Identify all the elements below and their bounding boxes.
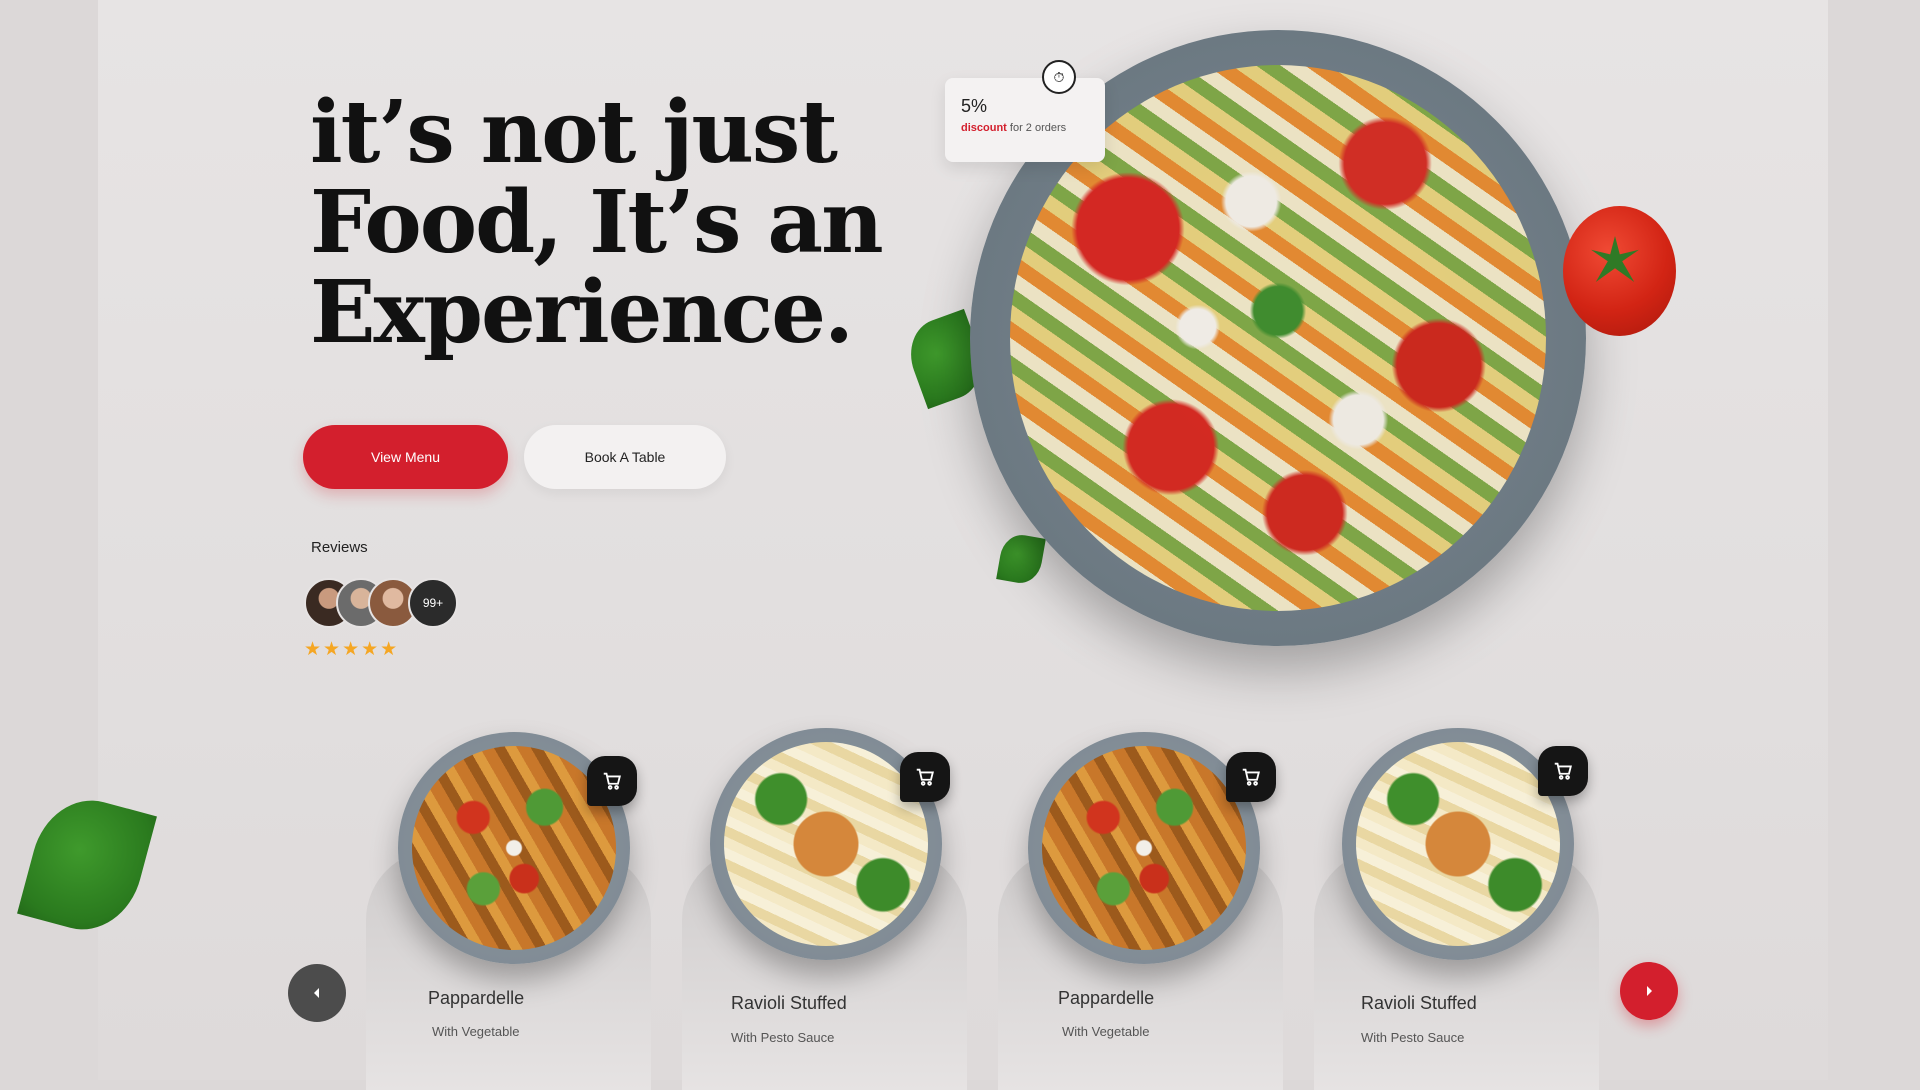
discount-card: 5% discount for 2 orders	[945, 78, 1105, 162]
rating-stars: ★★★★★	[304, 639, 400, 660]
menu-item-subtitle: With Vegetable	[1062, 1024, 1150, 1039]
carousel-next-button[interactable]	[1620, 962, 1678, 1020]
menu-item-subtitle: With Pesto Sauce	[1361, 1030, 1465, 1045]
discount-text: discount for 2 orders	[961, 122, 1066, 134]
ravioli-food-image	[724, 742, 928, 946]
discount-value: 5%	[961, 96, 988, 116]
reviews-label: Reviews	[311, 539, 368, 556]
carousel-prev-button[interactable]	[288, 964, 346, 1022]
discount-highlight: discount	[961, 122, 1007, 134]
add-to-cart-button[interactable]	[1538, 746, 1588, 796]
menu-item-title: Ravioli Stuffed	[1361, 993, 1477, 1013]
view-menu-button[interactable]: View Menu	[303, 425, 508, 489]
menu-item-subtitle: With Pesto Sauce	[731, 1030, 835, 1045]
discount-detail: for 2 orders	[1009, 122, 1067, 134]
hero-headline: it’s not just Food, It’s an Experience.	[310, 82, 884, 363]
cart-icon	[1554, 762, 1572, 780]
book-table-button[interactable]: Book A Table	[524, 425, 726, 489]
add-to-cart-button[interactable]	[900, 752, 950, 802]
menu-item-title: Pappardelle	[428, 988, 525, 1008]
arrow-right-icon	[1647, 986, 1652, 996]
cart-icon	[916, 768, 934, 786]
menu-item-title: Ravioli Stuffed	[731, 993, 847, 1013]
headline-line-1: it’s not just	[310, 82, 838, 183]
headline-line-3: Experience.	[310, 262, 854, 363]
add-to-cart-button[interactable]	[587, 756, 637, 806]
menu-item-title: Pappardelle	[1058, 988, 1155, 1008]
arrow-left-icon	[314, 988, 319, 998]
headline-line-2: Food, It’s an	[310, 172, 884, 273]
tomato-image	[1563, 206, 1676, 336]
more-reviewers-badge: 99+	[408, 578, 458, 628]
add-to-cart-button[interactable]	[1226, 752, 1276, 802]
pappardelle-food-image	[1042, 746, 1246, 950]
cart-icon	[1242, 768, 1260, 786]
cart-icon	[603, 772, 621, 790]
timer-icon: ⏱	[1042, 60, 1076, 94]
ravioli-food-image	[1356, 742, 1560, 946]
menu-item-subtitle: With Vegetable	[432, 1024, 520, 1039]
pappardelle-food-image	[412, 746, 616, 950]
